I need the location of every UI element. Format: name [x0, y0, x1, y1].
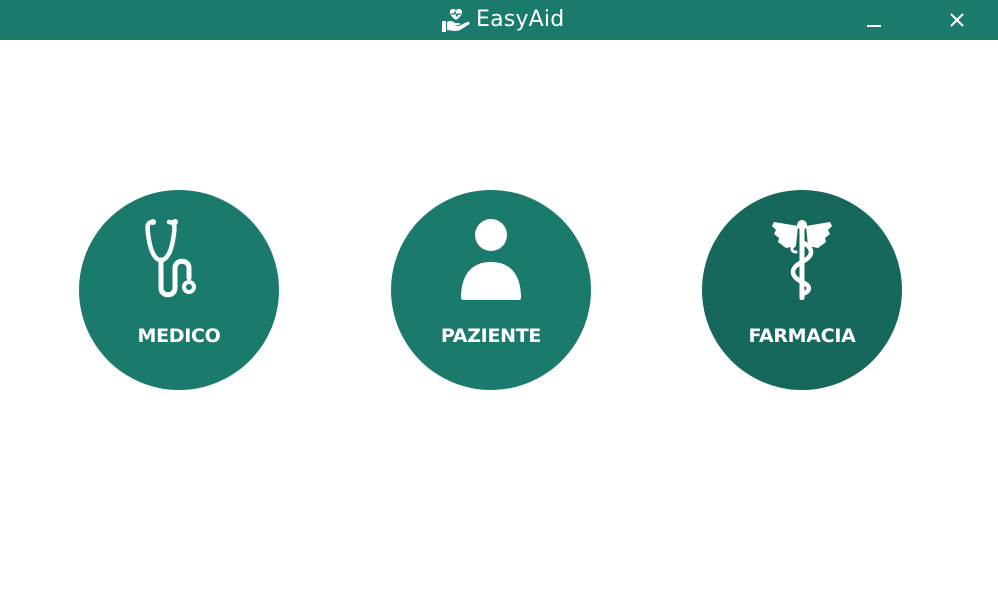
hand-heart-icon — [442, 8, 470, 32]
app-title: EasyAid — [476, 7, 565, 32]
close-button[interactable] — [934, 0, 980, 40]
farmacia-label: FARMACIA — [748, 325, 856, 347]
close-icon — [950, 13, 964, 27]
user-icon — [461, 219, 521, 300]
farmacia-button[interactable]: FARMACIA — [702, 190, 902, 390]
minimize-button[interactable] — [851, 0, 897, 40]
app-brand: EasyAid — [441, 6, 564, 34]
paziente-label: PAZIENTE — [440, 325, 542, 347]
medico-label: MEDICO — [137, 325, 221, 347]
paziente-button[interactable]: PAZIENTE — [391, 190, 591, 390]
minimize-icon — [867, 25, 881, 27]
caduceus-icon — [772, 220, 832, 300]
stethoscope-icon — [145, 219, 196, 298]
title-bar: EasyAid — [0, 0, 998, 40]
medico-button[interactable]: MEDICO — [79, 190, 279, 390]
